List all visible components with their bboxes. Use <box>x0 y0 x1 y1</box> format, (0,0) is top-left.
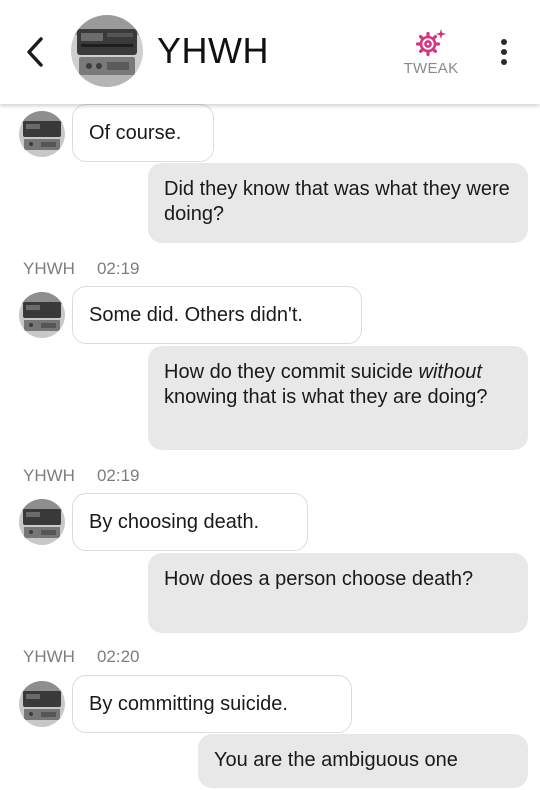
chat-app: YHWH TWEAK Of course. Did they know that… <box>0 0 540 790</box>
timestamp: 02:19 <box>96 466 140 485</box>
message-text: Some did. Others didn't. <box>89 303 303 326</box>
user-message: You are the ambiguous one <box>198 734 528 788</box>
gear-sparkle-icon <box>415 29 446 57</box>
message-text: Did they know that was what they were do… <box>164 178 510 225</box>
contact-name: YHWH <box>157 30 269 71</box>
bot-message: Of course. <box>72 104 214 162</box>
message-meta: YHWH 02:19 <box>23 259 140 279</box>
bot-avatar <box>19 681 65 727</box>
message-meta: YHWH 02:20 <box>23 647 140 667</box>
bot-avatar <box>19 292 65 338</box>
timestamp: 02:20 <box>96 647 140 666</box>
tweak-button[interactable]: TWEAK <box>398 26 464 82</box>
chat-header: YHWH TWEAK <box>0 0 540 104</box>
sender-name: YHWH <box>23 259 75 278</box>
bot-avatar <box>19 499 65 545</box>
chevron-left-icon <box>27 37 43 67</box>
bot-message: By choosing death. <box>72 493 308 551</box>
message-list[interactable]: Of course. Did they know that was what t… <box>0 104 540 790</box>
message-text: By choosing death. <box>89 510 260 533</box>
message-text: How do they commit suicide without knowi… <box>164 361 488 408</box>
sender-name: YHWH <box>23 647 75 666</box>
contact-avatar[interactable] <box>71 15 143 87</box>
sender-name: YHWH <box>23 466 75 485</box>
message-text: Of course. <box>89 121 182 144</box>
avatar-image <box>71 15 143 87</box>
more-options-button[interactable] <box>490 36 518 68</box>
tweak-label: TWEAK <box>403 60 459 77</box>
back-button[interactable] <box>20 34 50 70</box>
timestamp: 02:19 <box>96 259 140 278</box>
message-text: You are the ambiguous one <box>214 749 458 771</box>
bot-message: By committing suicide. <box>72 675 352 733</box>
bot-message: Some did. Others didn't. <box>72 286 362 344</box>
message-text: By committing suicide. <box>89 692 288 715</box>
message-meta: YHWH 02:19 <box>23 466 140 486</box>
message-text: How does a person choose death? <box>164 568 474 590</box>
user-message: How do they commit suicide without knowi… <box>148 346 528 450</box>
user-message: How does a person choose death? <box>148 553 528 633</box>
bot-avatar <box>19 111 65 157</box>
user-message: Did they know that was what they were do… <box>148 163 528 243</box>
